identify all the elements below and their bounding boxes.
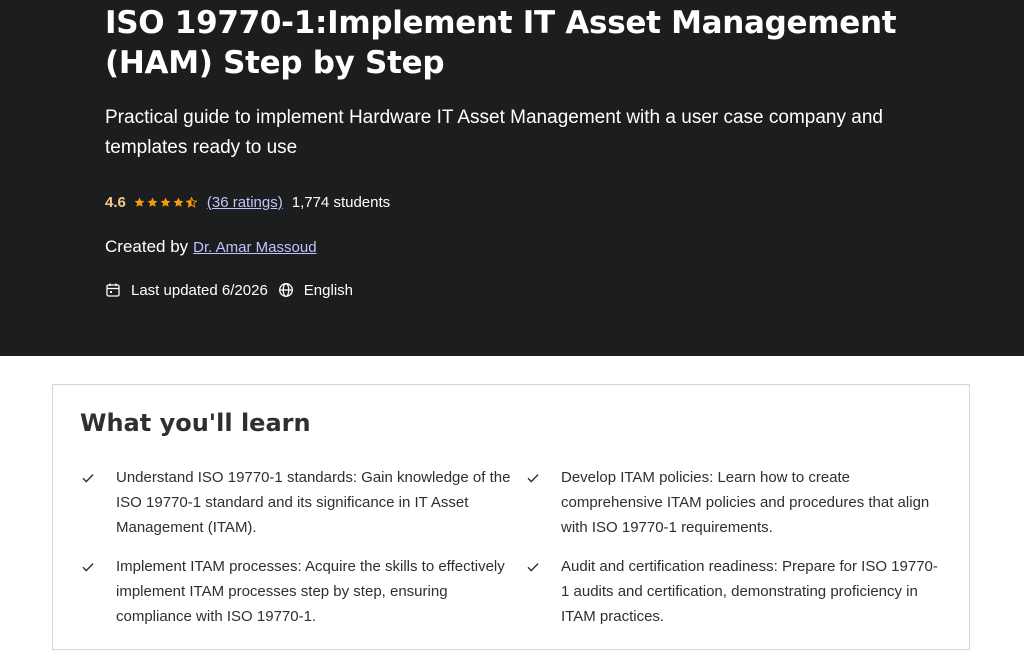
star-icon xyxy=(173,197,184,207)
course-language: English xyxy=(303,281,353,299)
learn-item: Audit and certification readiness: Prepa… xyxy=(526,554,946,629)
ratings-count-link[interactable]: (36 ratings) xyxy=(207,194,283,211)
learn-item: Implement ITAM processes: Acquire the sk… xyxy=(81,554,526,629)
course-header: ISO 19770-1:Implement IT Asset Managemen… xyxy=(0,0,1024,356)
check-icon xyxy=(527,563,539,572)
course-subtitle: Practical guide to implement Hardware IT… xyxy=(105,107,883,158)
learn-item: Develop ITAM policies: Learn how to crea… xyxy=(526,465,946,540)
calendar-icon xyxy=(105,282,121,298)
check-icon xyxy=(527,474,539,483)
check-icon xyxy=(82,474,94,483)
learn-item: Understand ISO 19770-1 standards: Gain k… xyxy=(81,465,526,540)
star-half-icon xyxy=(185,196,197,208)
star-icon xyxy=(134,197,145,207)
rating-stars xyxy=(134,196,199,208)
learn-items-grid: Understand ISO 19770-1 standards: Gain k… xyxy=(81,465,951,629)
check-icon xyxy=(82,563,94,572)
what-youll-learn-heading: What you'll learn xyxy=(80,409,311,437)
created-by-label: Created by xyxy=(105,237,189,256)
learn-item-text: Develop ITAM policies: Learn how to crea… xyxy=(561,469,930,536)
course-title: ISO 19770-1:Implement IT Asset Managemen… xyxy=(105,5,897,81)
star-icon xyxy=(160,197,171,207)
what-youll-learn-box: What you'll learn Understand ISO 19770-1… xyxy=(52,384,970,650)
learn-item-text: Audit and certification readiness: Prepa… xyxy=(561,558,938,625)
last-updated: Last updated 6/2026 xyxy=(131,281,268,299)
course-header-content: ISO 19770-1:Implement IT Asset Managemen… xyxy=(105,0,965,301)
instructor-link[interactable]: Dr. Amar Massoud xyxy=(193,239,316,256)
rating-row: 4.6 (36 ratings) 1,774 students xyxy=(105,191,965,213)
learn-item-text: Implement ITAM processes: Acquire the sk… xyxy=(116,558,505,625)
students-count: 1,774 students xyxy=(291,193,391,211)
learn-item-text: Understand ISO 19770-1 standards: Gain k… xyxy=(116,469,511,536)
course-meta-row: Last updated 6/2026 English xyxy=(105,279,965,301)
created-by-row: Created by Dr. Amar Massoud xyxy=(105,235,965,259)
star-icon xyxy=(147,197,158,207)
rating-value: 4.6 xyxy=(105,193,126,211)
globe-icon xyxy=(278,282,294,298)
